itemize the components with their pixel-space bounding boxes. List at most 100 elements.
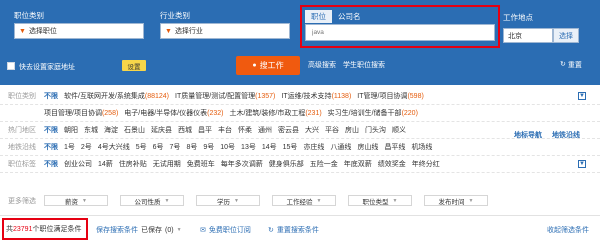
filter-dropdown-label: 职位类型 (362, 198, 389, 206)
filter-dropdown[interactable]: 薪资 ▼ (44, 195, 108, 206)
filter-dropdown[interactable]: 发布时间 ▼ (424, 195, 488, 206)
refresh-icon: ↻ (560, 61, 566, 68)
tab-company[interactable]: 公司名 (332, 10, 367, 23)
filter-option[interactable]: 土木/建筑/装修/市政工程 (229, 108, 305, 118)
filter-count: (598) (407, 92, 424, 100)
filter-option[interactable]: 9号 (203, 142, 214, 152)
filter-option[interactable]: 东城 (84, 125, 98, 135)
filter-option[interactable]: 顺义 (392, 125, 406, 135)
filter-option[interactable]: 13号 (241, 142, 256, 152)
filter-option[interactable]: 不限 (44, 125, 58, 135)
filter-option[interactable]: 不限 (44, 159, 58, 169)
filter-option[interactable]: IT运维/技术支持 (281, 91, 331, 101)
filter-option[interactable]: 不限 (44, 91, 58, 101)
chevron-down-icon: ▼ (234, 197, 239, 204)
set-button[interactable]: 设置 (122, 60, 146, 71)
filter-option[interactable]: 平谷 (325, 125, 339, 135)
landmark-nav-link[interactable]: 地标导航 (514, 130, 542, 140)
filter-option[interactable]: 15号 (283, 142, 298, 152)
filter-row: 地铁沿线 不限 1号 2号 4号大兴线 5号 6号 7号 8号 9号 10号 13号 14号 15号 亦庄线… (0, 139, 600, 156)
reset-conditions-link[interactable]: ↻ 重置搜索条件 (268, 225, 319, 235)
filter-dropdown[interactable]: 职位类型 ▼ (348, 195, 412, 206)
filter-option[interactable]: 朝阳 (64, 125, 78, 135)
filter-option[interactable]: 14号 (262, 142, 277, 152)
filter-option[interactable]: 健身俱乐部 (269, 159, 304, 169)
filter-option[interactable]: 五险一金 (310, 159, 338, 169)
filter-option[interactable]: 丰台 (218, 125, 232, 135)
filter-option[interactable]: 每年多次调薪 (221, 159, 263, 169)
tab-job[interactable]: 职位 (305, 10, 332, 23)
filter-option[interactable]: 住房补贴 (119, 159, 147, 169)
filter-option[interactable]: 8号 (186, 142, 197, 152)
filter-option[interactable]: 实习生/培训生/储备干部 (328, 108, 402, 118)
filter-option[interactable]: 年终分红 (412, 159, 440, 169)
search-button[interactable]: ● 搜工作 (236, 56, 300, 75)
expand-icon[interactable]: ▼ (578, 160, 586, 168)
filter-option[interactable]: 不限 (44, 142, 58, 152)
location-field[interactable]: 北京 (503, 28, 553, 43)
filter-option[interactable]: 房山 (345, 125, 359, 135)
filter-option[interactable]: 14薪 (98, 159, 113, 169)
filter-option[interactable]: 密云县 (278, 125, 299, 135)
filter-option[interactable]: 房山线 (357, 142, 378, 152)
location-label: 工作地点 (503, 13, 533, 22)
home-address-label: 快去设置家庭地址 (19, 64, 75, 71)
filter-option[interactable]: 通州 (258, 125, 272, 135)
filter-option[interactable]: 4号大兴线 (98, 142, 130, 152)
filter-option[interactable]: 延庆县 (151, 125, 172, 135)
filter-option[interactable]: 机场线 (411, 142, 432, 152)
filter-option[interactable]: 无试用期 (153, 159, 181, 169)
filter-option[interactable]: 项目管理/项目协调 (44, 108, 102, 118)
search-panel: 职位类别 ▼ 选择职位 行业类别 ▼ 选择行业 职位 公司名 工作地点 北京 选… (0, 0, 600, 85)
category-select[interactable]: ▼ 选择职位 (14, 23, 144, 39)
filter-option[interactable]: 怀柔 (238, 125, 252, 135)
filter-option[interactable]: 2号 (81, 142, 92, 152)
filter-row: 项目管理/项目协调 (258) 电子/电器/半导体/仪器仪表 (232) 土木/建筑/装… (0, 105, 600, 122)
filter-option[interactable]: 10号 (220, 142, 235, 152)
filter-label: 热门地区 (8, 127, 36, 134)
filter-option[interactable]: 海淀 (104, 125, 118, 135)
filter-option[interactable]: 6号 (153, 142, 164, 152)
filter-dropdown[interactable]: 工作经验 ▼ (272, 195, 336, 206)
filter-label: 地铁沿线 (8, 144, 36, 151)
filter-option[interactable]: 昌平线 (384, 142, 405, 152)
chevron-down-icon: ▼ (316, 197, 322, 204)
save-conditions-link[interactable]: 保存搜索条件 已保存 (0) ▼ (96, 225, 182, 235)
filter-option[interactable]: 创业公司 (64, 159, 92, 169)
subway-link[interactable]: 地铁沿线 (552, 130, 580, 140)
filter-option[interactable]: 西城 (178, 125, 192, 135)
filter-option[interactable]: 大兴 (305, 125, 319, 135)
expand-icon[interactable]: ▼ (578, 92, 586, 100)
filter-option[interactable]: 年底双薪 (344, 159, 372, 169)
filter-count: (231) (305, 109, 322, 117)
filter-option[interactable]: 7号 (170, 142, 181, 152)
filter-count: (1357) (255, 92, 276, 100)
filter-option[interactable]: 电子/电器/半导体/仪器仪表 (124, 108, 207, 118)
filter-option[interactable]: 绩效奖金 (378, 159, 406, 169)
reset-link[interactable]: ↻ 重置 (560, 60, 582, 70)
filter-option[interactable]: 昌平 (198, 125, 212, 135)
filter-option[interactable]: IT管理/项目协调 (357, 91, 407, 101)
advanced-search-link[interactable]: 高级搜索 (308, 60, 336, 70)
filter-dropdown-label: 公司性质 (134, 198, 161, 206)
chevron-down-icon: ▼ (165, 27, 172, 35)
subscribe-link[interactable]: ✉ 免费职位订阅 (200, 225, 251, 235)
filter-option[interactable]: 石景山 (124, 125, 145, 135)
filter-option[interactable]: 软件/互联网开发/系统集成 (64, 91, 145, 101)
industry-select[interactable]: ▼ 选择行业 (160, 23, 290, 39)
filter-option[interactable]: IT质量管理/测试/配置管理 (175, 91, 255, 101)
home-address-checkbox[interactable] (7, 62, 15, 70)
filter-dropdown[interactable]: 公司性质 ▼ (120, 195, 184, 206)
collapse-filters-link[interactable]: 收起筛选条件 (547, 225, 589, 235)
filter-option[interactable]: 门头沟 (365, 125, 386, 135)
filter-option[interactable]: 免费班车 (187, 159, 215, 169)
filter-dropdown-label: 发布时间 (438, 198, 465, 206)
filter-option[interactable]: 八通线 (330, 142, 351, 152)
filter-option[interactable]: 1号 (64, 142, 75, 152)
location-select-button[interactable]: 选择 (553, 28, 579, 43)
filter-dropdown[interactable]: 学历 ▼ (196, 195, 260, 206)
filter-option[interactable]: 亦庄线 (303, 142, 324, 152)
keyword-input[interactable] (305, 24, 495, 41)
student-search-link[interactable]: 学生职位搜索 (343, 60, 385, 70)
filter-option[interactable]: 5号 (136, 142, 147, 152)
